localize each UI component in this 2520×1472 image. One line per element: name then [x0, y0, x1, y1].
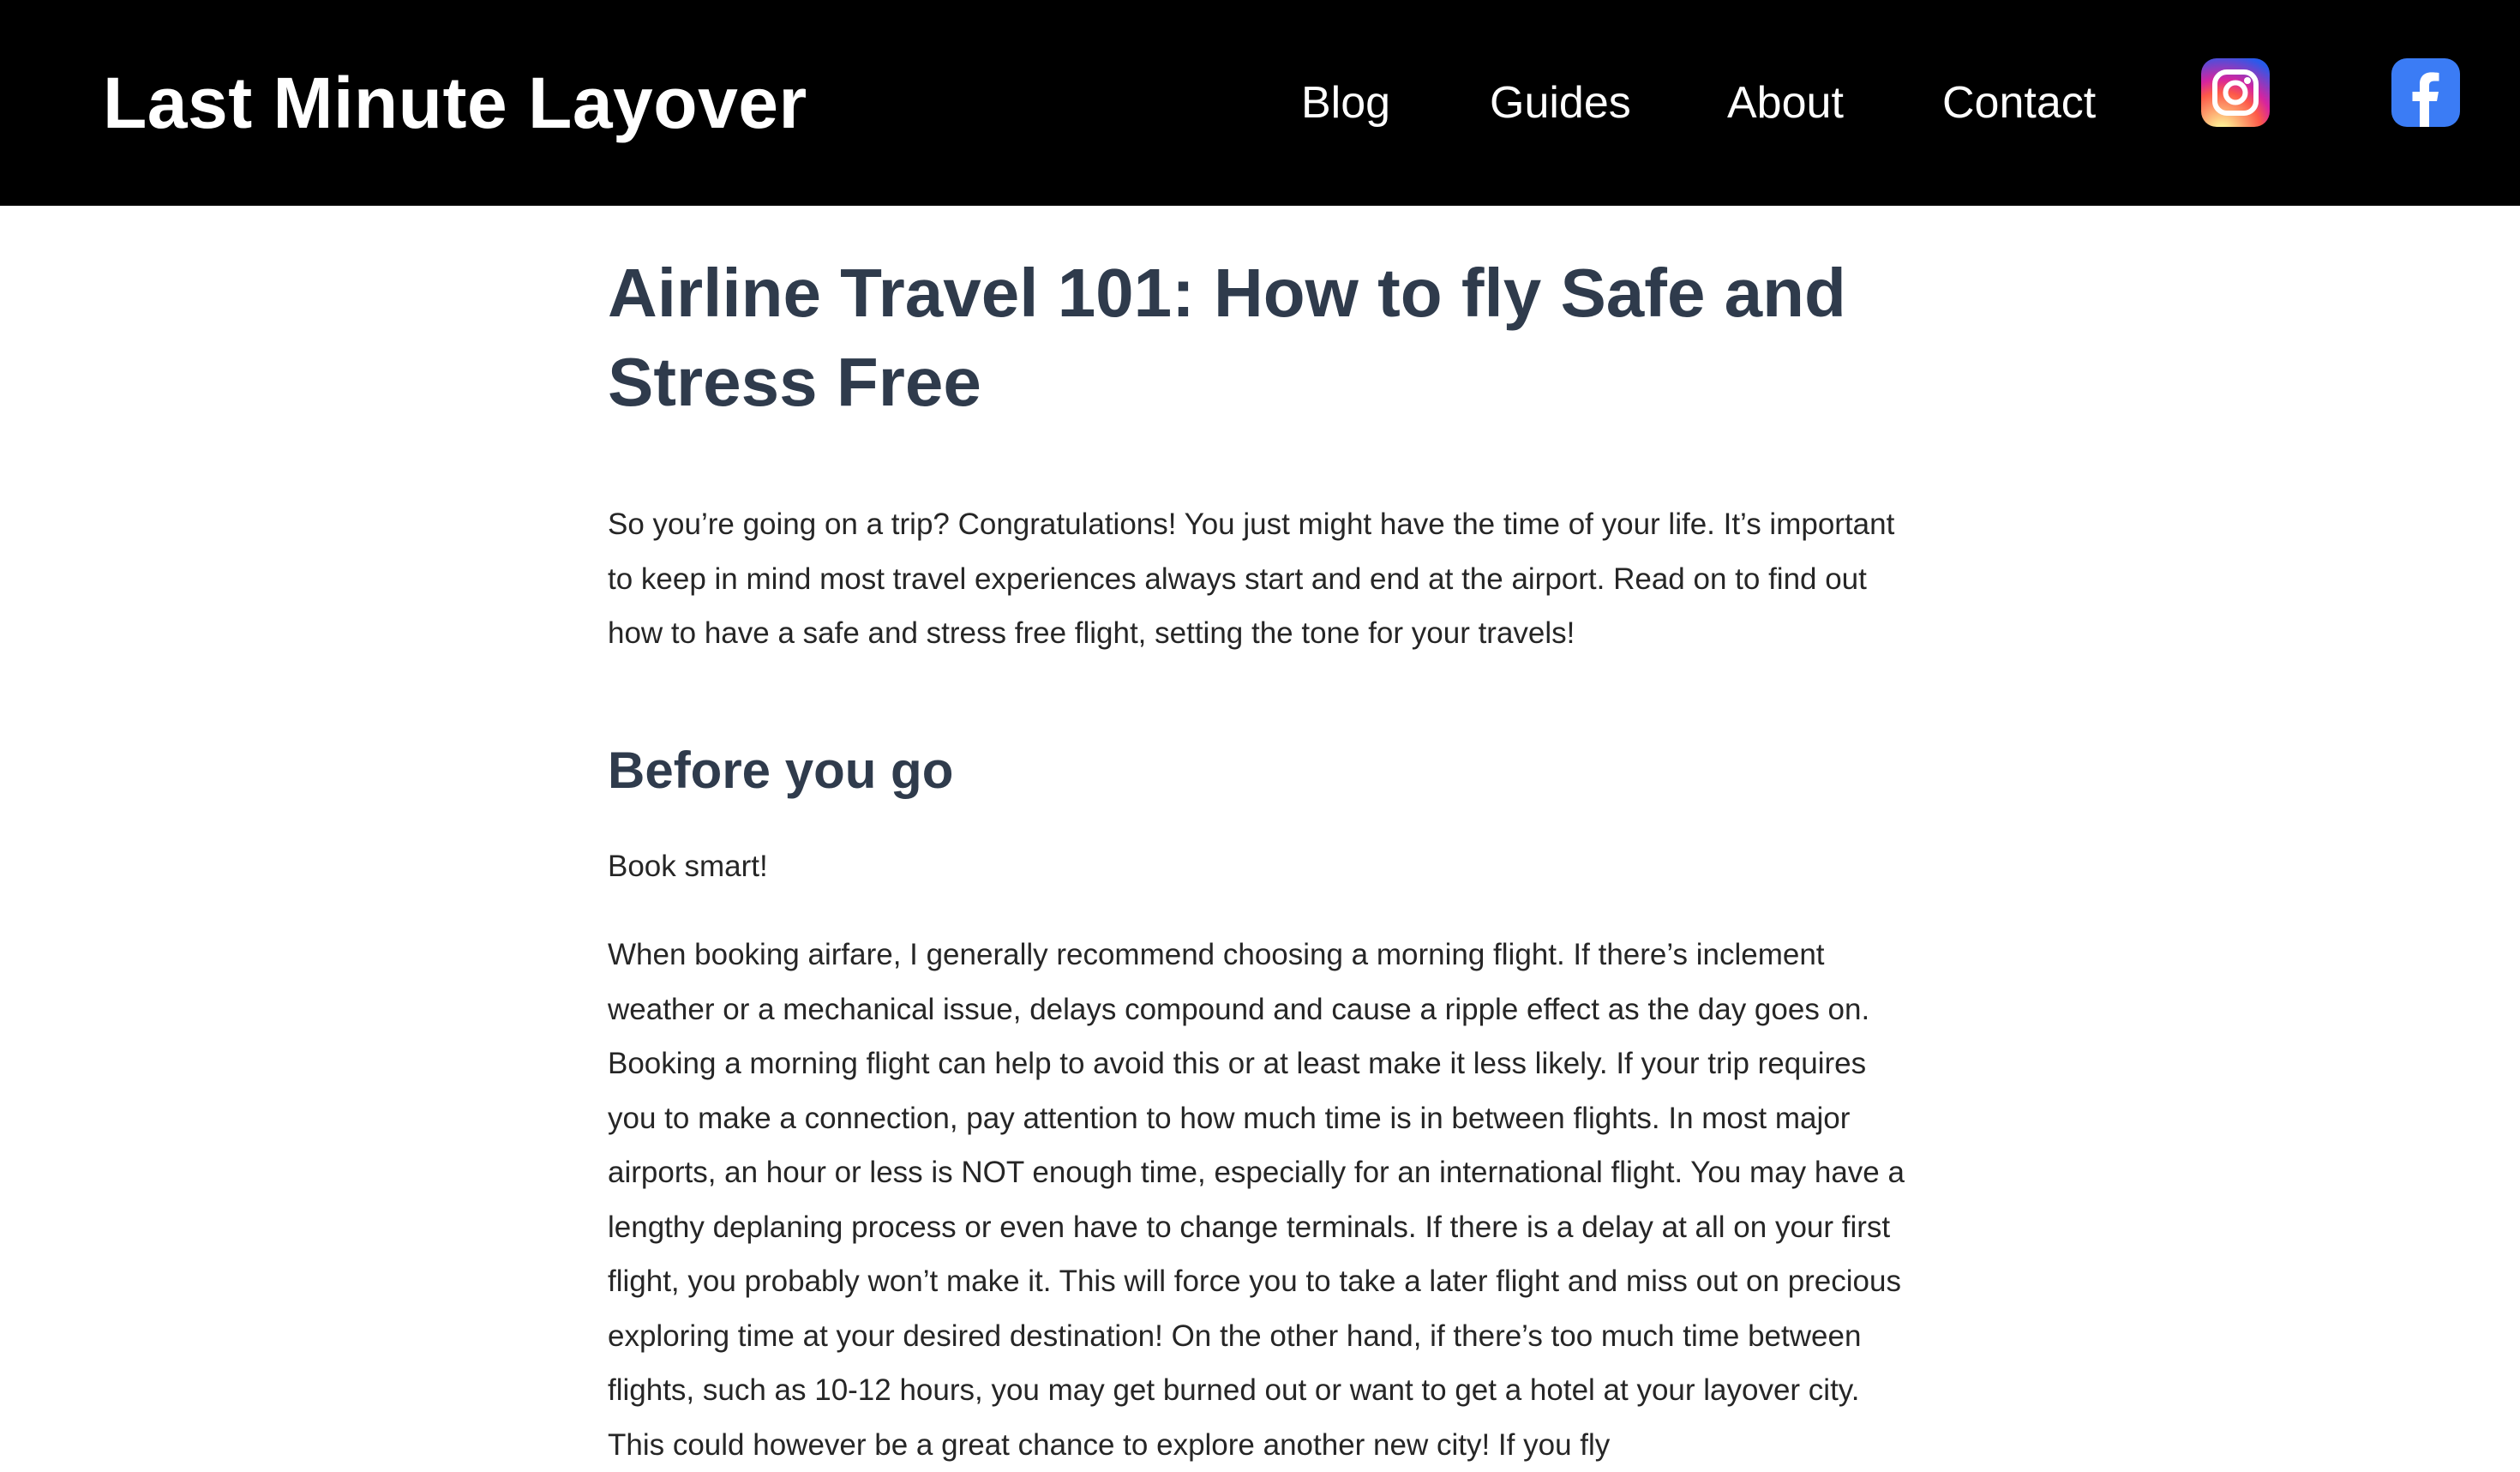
instagram-link[interactable]: [2201, 58, 2270, 127]
nav-link-about[interactable]: About: [1727, 73, 1844, 133]
section-subheading: Book smart!: [608, 849, 768, 883]
article-title: Airline Travel 101: How to fly Safe and …: [608, 255, 1846, 420]
instagram-icon: [2212, 69, 2259, 116]
site-logo-link[interactable]: Last Minute Layover: [103, 60, 807, 146]
nav-link-guides[interactable]: Guides: [1490, 73, 1631, 133]
nav-link-blog[interactable]: Blog: [1301, 73, 1390, 133]
nav-link-contact[interactable]: Contact: [1942, 73, 2096, 133]
article: Airline Travel 101: How to fly Safe and …: [608, 249, 1911, 1472]
facebook-icon: [2412, 72, 2439, 127]
section-heading: Before you go: [608, 741, 954, 799]
article-intro: So you’re going on a trip? Congratulatio…: [608, 508, 1895, 650]
facebook-link[interactable]: [2391, 58, 2460, 127]
site-header: Last Minute Layover Blog Guides About Co…: [0, 0, 2520, 206]
section-body: When booking airfare, I generally recomm…: [608, 938, 1905, 1462]
